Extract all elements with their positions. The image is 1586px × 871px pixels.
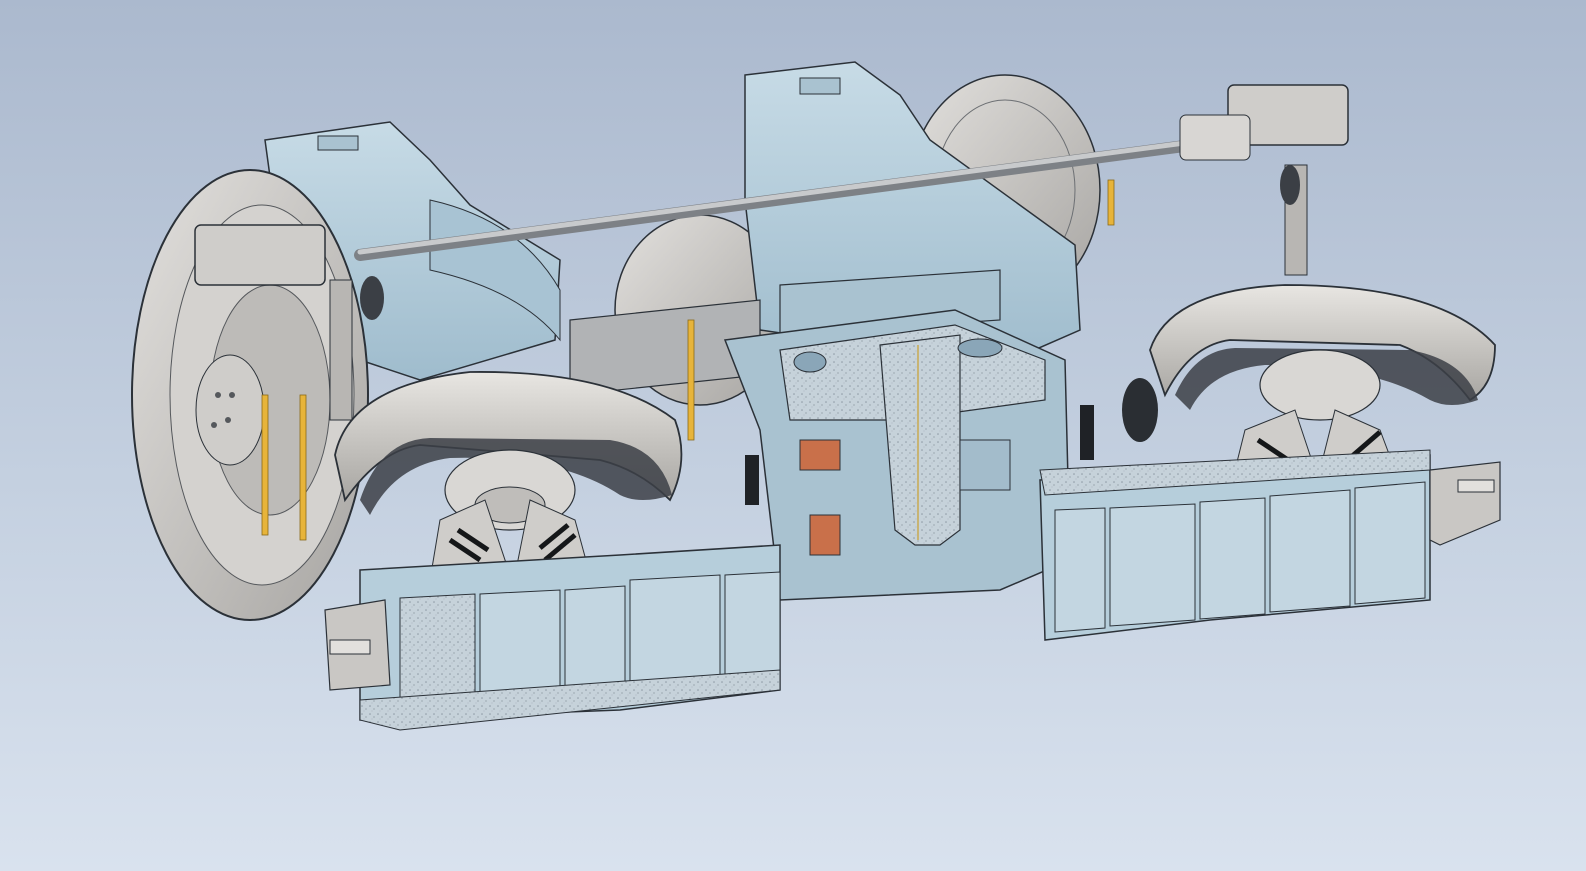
air-spring-left[interactable]: [334, 371, 683, 531]
drop-link-right[interactable]: [1280, 164, 1308, 276]
coupler-right[interactable]: [1429, 461, 1501, 546]
bogie-3d-model[interactable]: [0, 0, 1586, 871]
coupler-left[interactable]: [324, 599, 391, 691]
sideframe-left-section[interactable]: [359, 544, 781, 731]
cad-viewport[interactable]: [0, 0, 1586, 871]
air-spring-right[interactable]: [1149, 284, 1496, 421]
sideframe-right-section[interactable]: [1039, 449, 1431, 641]
